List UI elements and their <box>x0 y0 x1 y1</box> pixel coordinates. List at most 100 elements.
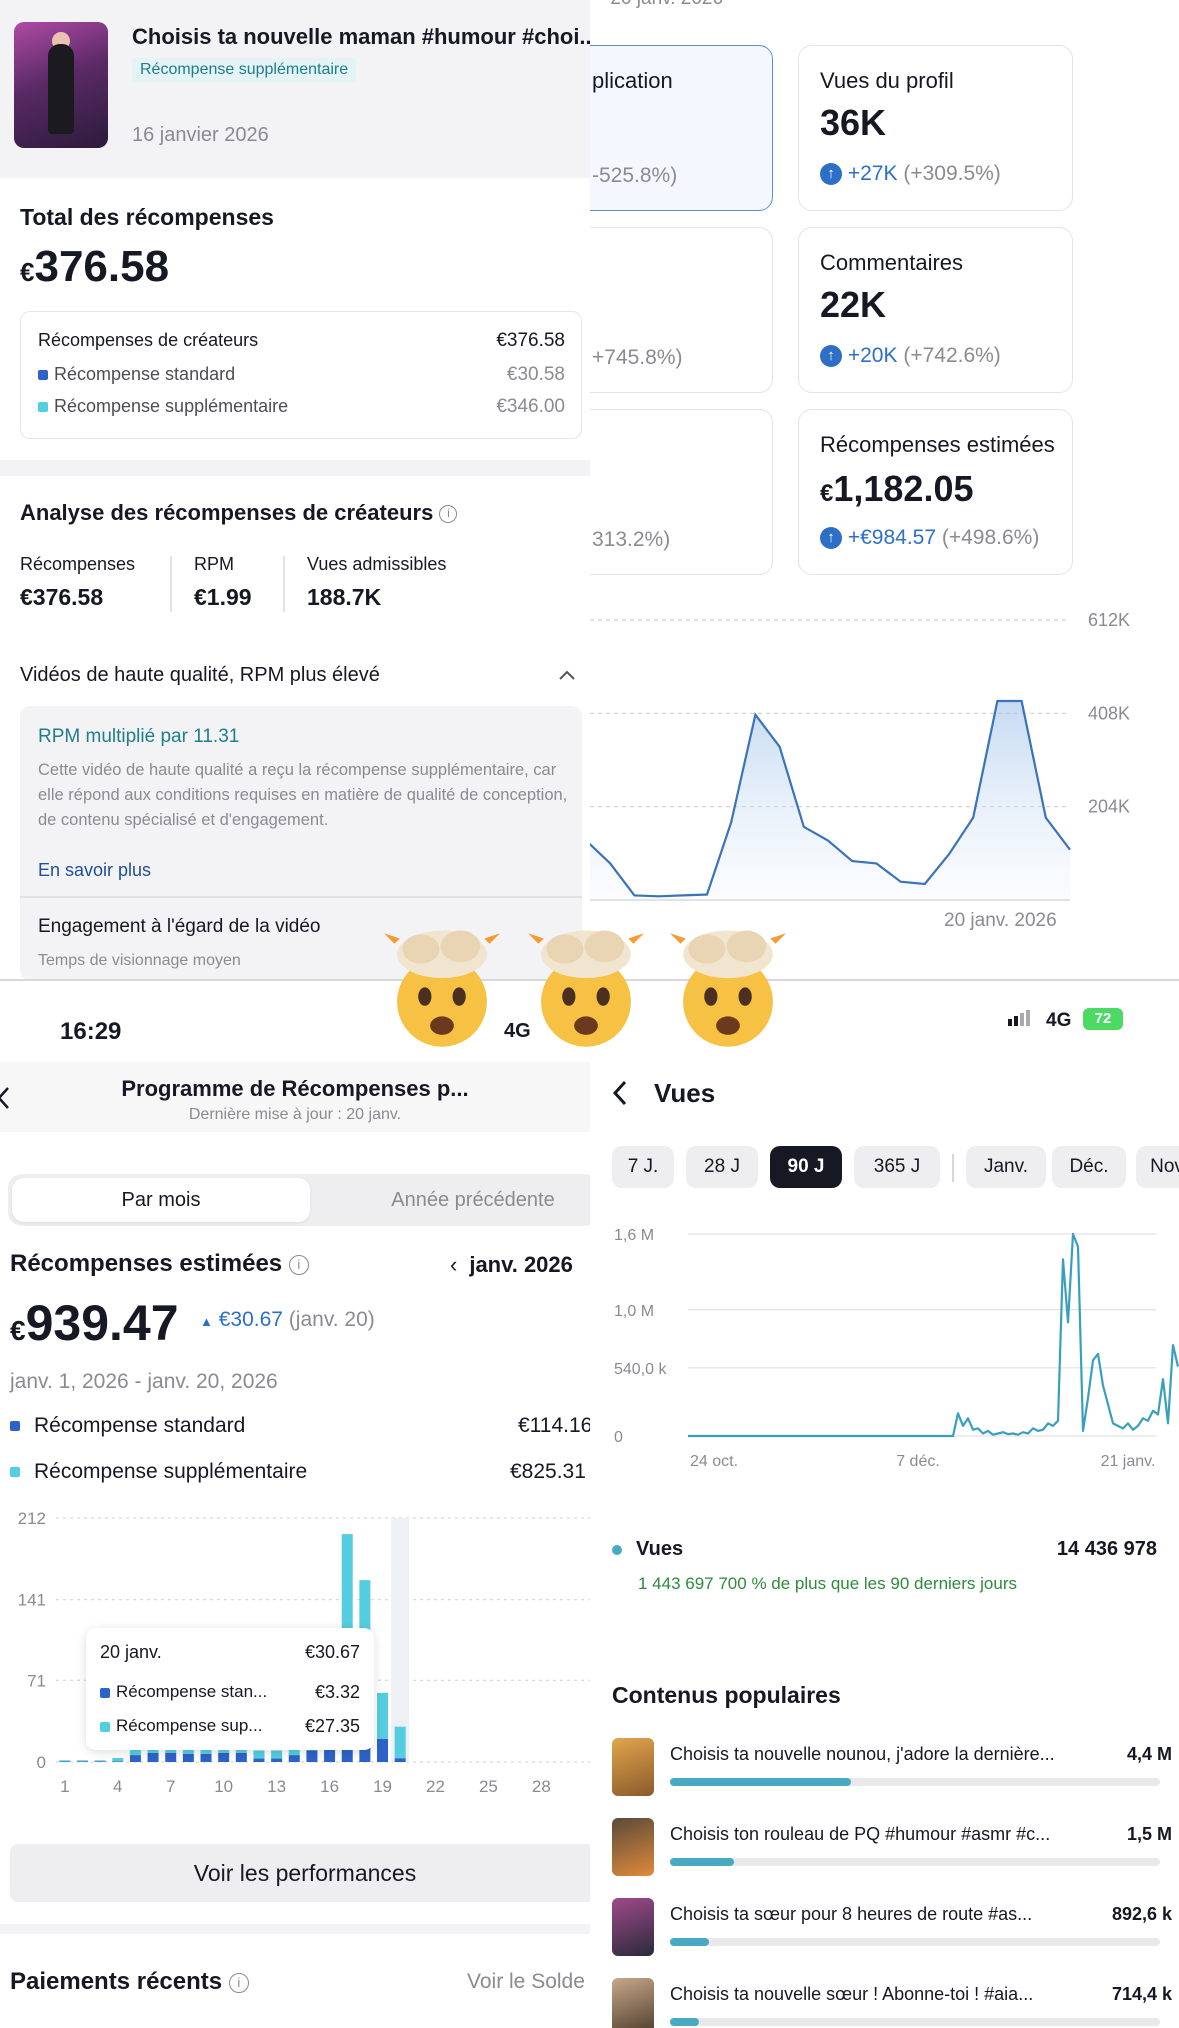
range-pill-28d[interactable]: 28 J <box>686 1146 758 1188</box>
tab-by-month[interactable]: Par mois <box>12 1178 310 1222</box>
kpi-delta: ↑ +20K (+742.6%) <box>820 344 1001 368</box>
video-title[interactable]: Choisis ta nouvelle maman #humour #choi.… <box>132 24 590 50</box>
month-selector[interactable]: ‹ janv. 2026 <box>450 1252 573 1278</box>
popular-item[interactable]: Choisis ta nouvelle sœur ! Abonne-toi ! … <box>612 1978 1172 2028</box>
y-tick-label: 612K <box>1088 610 1130 630</box>
views-line-chart[interactable]: 1,6 M 1,0 M 540,0 k 0 24 oct. 7 déc. 21 janv. <box>590 1216 1179 1486</box>
kpi-card-comments[interactable]: Commentaires 22K ↑ +20K (+742.6%) <box>798 227 1073 393</box>
month-pill-nov[interactable]: Nov <box>1136 1146 1179 1188</box>
bar-standard <box>218 1752 230 1762</box>
bar-standard <box>271 1758 283 1762</box>
breakdown-box: Récompenses de créateurs €376.58 Récompe… <box>20 311 582 439</box>
views-growth-note: 1 443 697 700 % de plus que les 90 derni… <box>638 1574 1017 1593</box>
bar-standard <box>377 1738 389 1762</box>
bar-bonus <box>59 1760 71 1762</box>
x-tick-label: 13 <box>267 1777 286 1796</box>
bonus-value: €346.00 <box>496 396 565 417</box>
popular-title: Choisis ta nouvelle sœur ! Abonne-toi ! … <box>670 1984 1034 2004</box>
tooltip-total: €30.67 <box>304 1642 360 1662</box>
x-tick-label: 10 <box>214 1777 233 1796</box>
bar-standard <box>59 1761 71 1762</box>
tooltip-row-standard: Récompense stan... <box>100 1682 267 1702</box>
bar-standard <box>94 1761 106 1762</box>
chevron-left-icon[interactable]: ‹ <box>450 1252 457 1277</box>
kpi-delta: ↑ +27K (+309.5%) <box>820 162 1001 186</box>
popular-item[interactable]: Choisis ta nouvelle nounou, j'adore la d… <box>612 1738 1172 1802</box>
engagement-subtitle: Temps de visionnage moyen <box>38 952 241 969</box>
kpi-value: 22K <box>820 284 887 325</box>
popular-views: 4,4 M <box>1126 1744 1172 1764</box>
popular-title: Choisis ton rouleau de PQ #humour #asmr … <box>670 1824 1051 1844</box>
y-tick-label: 204K <box>1088 797 1130 817</box>
range-pill-365d[interactable]: 365 J <box>854 1146 940 1188</box>
popular-progress-fill <box>670 2018 700 2026</box>
status-time: 16:29 <box>60 1018 122 1045</box>
stat-value-rewards: €376.58 <box>20 584 104 610</box>
kpi-card-0[interactable]: plication -525.8%) <box>590 45 773 211</box>
bar-standard <box>288 1755 300 1762</box>
view-performance-button[interactable]: Voir les performances <box>10 1844 590 1902</box>
legend-swatch-bonus <box>10 1467 20 1478</box>
x-tick-label: 28 <box>532 1777 551 1796</box>
nav-subtitle: Dernière mise à jour : 20 janv. <box>188 1106 402 1123</box>
breakdown-row-standard: Récompense standard <box>38 364 235 385</box>
popular-item[interactable]: Choisis ta sœur pour 8 heures de route #… <box>612 1898 1172 1962</box>
analytics-overview-panel: ~ 20 janv. 2026 plication -525.8%) Vues … <box>590 0 1179 980</box>
popular-title: Choisis ta nouvelle nounou, j'adore la d… <box>670 1744 1055 1764</box>
info-icon[interactable]: i <box>439 505 458 524</box>
est-delta: ▲ €30.67 (janv. 20) <box>200 1308 375 1331</box>
kpi-card-profile-views[interactable]: Vues du profil 36K ↑ +27K (+309.5%) <box>798 45 1073 211</box>
date-range: janv. 1, 2026 - janv. 20, 2026 <box>10 1370 278 1393</box>
status-network: 4G <box>1046 1010 1072 1031</box>
views-total: 14 436 978 <box>1056 1538 1157 1560</box>
popular-thumbnail <box>612 1978 654 2028</box>
analysis-title: Analyse des récompenses de créateurs i <box>20 500 458 526</box>
stat-label-views: Vues admissibles <box>307 554 447 574</box>
video-thumbnail[interactable] <box>14 22 108 148</box>
bar-standard <box>235 1752 247 1762</box>
area-fill <box>590 701 1070 900</box>
info-icon[interactable]: i <box>288 1254 309 1275</box>
y-tick-label: 0 <box>614 1429 623 1446</box>
kpi-card-est-rewards[interactable]: Récompenses estimées €1,182.05 ↑ +€984.5… <box>798 409 1073 575</box>
legend-bonus: Récompense supplémentaire <box>10 1460 307 1484</box>
popular-item[interactable]: Choisis ton rouleau de PQ #humour #asmr … <box>612 1818 1172 1882</box>
hq-section-title[interactable]: Vidéos de haute qualité, RPM plus élevé <box>20 664 380 687</box>
selected-day-highlight <box>391 1518 410 1762</box>
bonus-badge: Récompense supplémentaire <box>132 58 357 82</box>
video-date: 16 janvier 2026 <box>132 124 269 146</box>
est-rewards-title: Récompenses estimées i <box>10 1250 309 1278</box>
legend-standard: Récompense standard <box>10 1414 245 1438</box>
total-label: Total des récompenses <box>20 204 274 230</box>
bar-standard <box>394 1758 406 1762</box>
month-pill-jan[interactable]: Janv. <box>966 1146 1046 1188</box>
engagement-title: Engagement à l'égard de la vidéo <box>38 916 321 937</box>
kpi-card-4[interactable]: 313.2%) <box>590 409 773 575</box>
kpi-card-2[interactable]: +745.8%) <box>590 227 773 393</box>
legend-swatch-standard <box>38 370 48 381</box>
y-tick-label: 212 <box>18 1509 46 1528</box>
popular-progress-track <box>670 1778 1160 1786</box>
series-dot <box>612 1544 622 1555</box>
view-performance-label: Voir les performances <box>193 1860 417 1886</box>
back-arrow-icon[interactable] <box>612 1080 628 1106</box>
month-pill-dec[interactable]: Déc. <box>1052 1146 1126 1188</box>
kpi-label: Récompenses estimées <box>820 432 1055 457</box>
x-tick-label: 4 <box>113 1777 122 1796</box>
range-pill-90d[interactable]: 90 J <box>770 1146 842 1188</box>
range-pill-7d[interactable]: 7 J. <box>612 1146 674 1188</box>
views-area-chart: 612K 408K 204K 20 janv. 2026 <box>590 610 1130 931</box>
view-balance-link[interactable]: Voir le Solde <box>467 1970 585 1994</box>
pill-divider <box>952 1154 954 1182</box>
tab-previous-year[interactable]: Année précédente <box>328 1178 590 1222</box>
chevron-up-icon[interactable] <box>558 668 576 682</box>
popular-progress-track <box>670 1938 1160 1946</box>
info-icon[interactable]: i <box>228 1972 249 1993</box>
section-divider <box>0 1924 590 1934</box>
learn-more-link[interactable]: En savoir plus <box>38 860 151 881</box>
kpi-value: €1,182.05 <box>820 468 974 509</box>
date-header: ~ 20 janv. 2026 <box>594 0 723 10</box>
bar-standard <box>253 1758 265 1762</box>
popular-progress-fill <box>670 1858 734 1866</box>
bar-bonus <box>377 1692 389 1739</box>
